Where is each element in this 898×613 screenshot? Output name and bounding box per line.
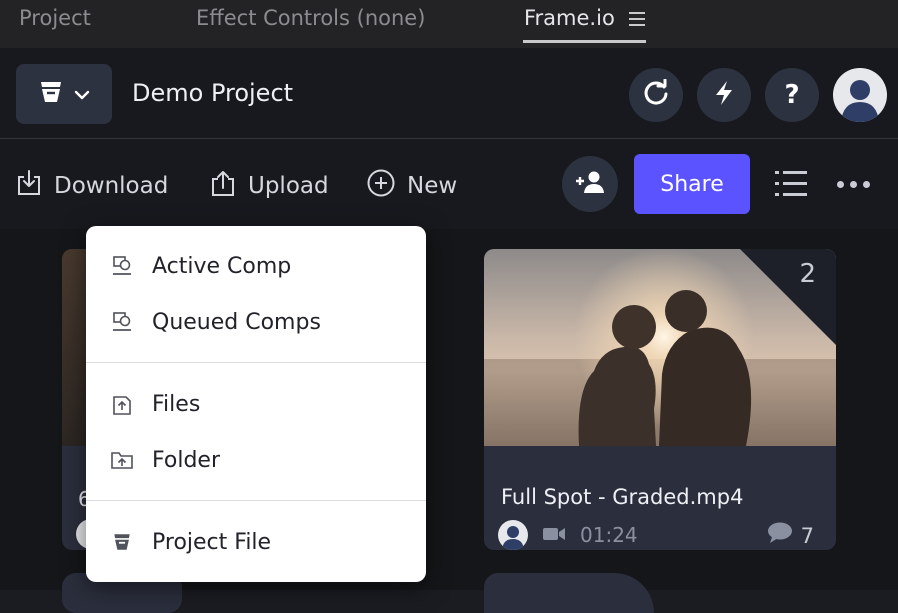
menu-item-project-file[interactable]: Project File — [86, 514, 426, 570]
tab-frameio[interactable]: Frame.io — [524, 6, 615, 30]
refresh-icon — [642, 78, 670, 111]
menu-item-queued-comps[interactable]: Queued Comps — [86, 294, 426, 350]
invite-button[interactable] — [562, 156, 618, 212]
comment-icon — [767, 522, 793, 549]
chevron-down-icon — [74, 85, 90, 104]
upload-icon — [210, 169, 236, 203]
frameio-logo-icon — [38, 80, 64, 108]
menu-divider — [86, 500, 426, 501]
share-button[interactable]: Share — [634, 154, 750, 214]
menu-item-label: Active Comp — [152, 253, 292, 279]
more-options-icon[interactable] — [837, 181, 870, 188]
panel-tab-bar: Project Effect Controls (none) Frame.io — [0, 0, 898, 48]
menu-divider — [86, 362, 426, 363]
help-icon: ? — [784, 80, 800, 110]
plus-circle-icon — [367, 169, 395, 203]
menu-item-label: Folder — [152, 447, 220, 473]
quick-actions-button[interactable] — [697, 68, 751, 122]
menu-item-folder[interactable]: Folder — [86, 432, 426, 488]
upload-button[interactable]: Upload — [210, 169, 329, 203]
file-upload-icon — [110, 392, 134, 416]
asset-card-full-spot[interactable]: 2 Full Spot - Graded.mp4 01:24 7 — [484, 249, 836, 550]
project-switcher-button[interactable] — [16, 64, 112, 124]
menu-item-label: Queued Comps — [152, 309, 321, 335]
tab-project[interactable]: Project — [19, 6, 91, 30]
frameio-logo-icon — [110, 530, 134, 554]
new-button[interactable]: New — [367, 169, 457, 203]
frameio-header: Demo Project ? — [0, 48, 898, 139]
menu-item-label: Project File — [152, 529, 272, 555]
upload-label: Upload — [248, 173, 329, 199]
download-icon — [16, 169, 42, 203]
uploader-avatar — [498, 520, 528, 550]
asset-filename: Full Spot - Graded.mp4 — [501, 485, 744, 509]
comp-icon — [110, 310, 134, 334]
comment-count[interactable]: 7 — [767, 522, 814, 549]
refresh-button[interactable] — [629, 68, 683, 122]
lightning-icon — [713, 80, 735, 110]
menu-item-active-comp[interactable]: Active Comp — [86, 238, 426, 294]
new-label: New — [407, 173, 458, 199]
asset-toolbar: Download Upload New Share — [0, 139, 898, 229]
panel-menu-icon[interactable] — [629, 12, 645, 26]
comp-icon — [110, 254, 134, 278]
download-label: Download — [54, 173, 169, 199]
add-user-icon — [574, 170, 606, 198]
asset-meta: 01:24 — [498, 520, 638, 550]
version-count: 2 — [799, 259, 816, 289]
project-title: Demo Project — [132, 79, 294, 107]
upload-menu: Active Comp Queued Comps Files Folder Pr… — [86, 226, 426, 582]
version-stack-corner — [740, 249, 836, 345]
menu-item-label: Files — [152, 391, 201, 417]
list-view-icon[interactable] — [774, 168, 808, 204]
user-avatar[interactable] — [833, 68, 887, 122]
folder-upload-icon — [110, 448, 134, 472]
asset-duration: 01:24 — [580, 523, 638, 547]
asset-card[interactable] — [484, 573, 654, 613]
help-button[interactable]: ? — [765, 68, 819, 122]
tab-effect-controls[interactable]: Effect Controls (none) — [196, 6, 425, 30]
comment-count-value: 7 — [800, 523, 814, 548]
active-tab-indicator — [523, 40, 646, 43]
video-icon — [542, 523, 566, 547]
download-button[interactable]: Download — [16, 169, 168, 203]
menu-item-files[interactable]: Files — [86, 376, 426, 432]
